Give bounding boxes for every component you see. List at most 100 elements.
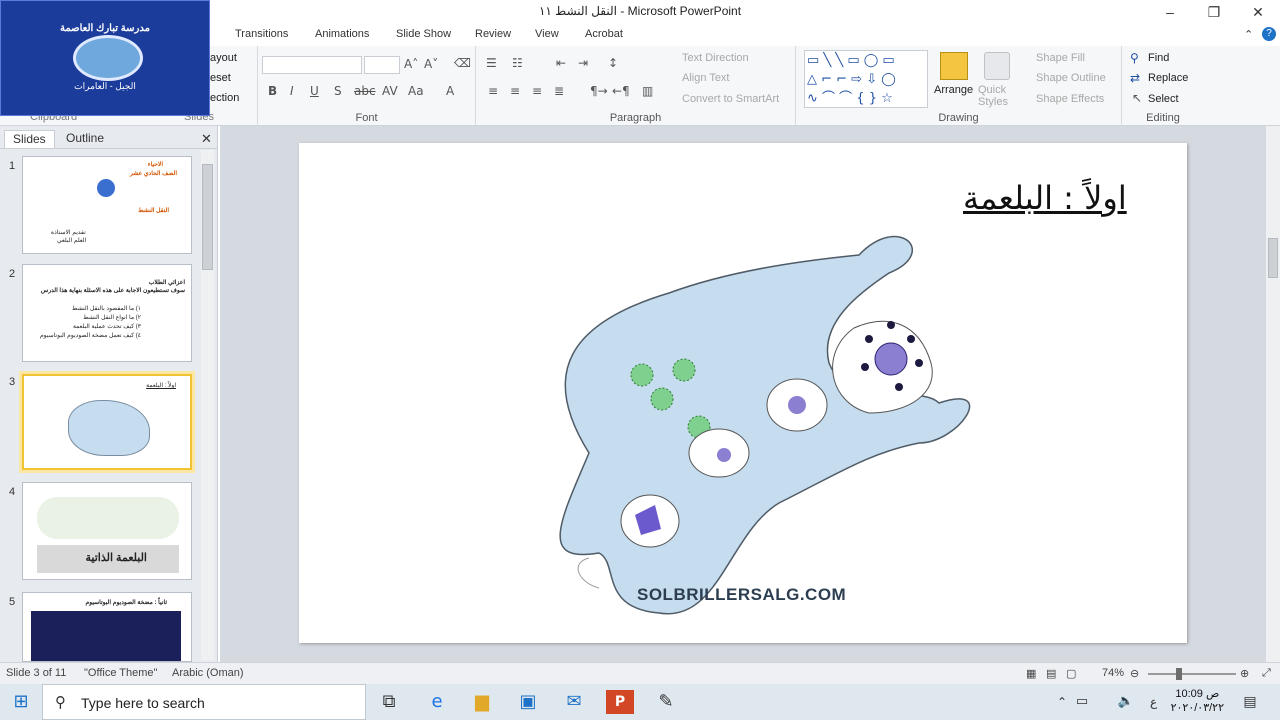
clock[interactable]: 10:09 ص ٢٠٢٠/٠٣/٢٢ xyxy=(1171,687,1224,715)
layout-button[interactable]: ayout xyxy=(210,52,237,64)
app-icon[interactable]: ✎ xyxy=(654,690,678,714)
grow-font-icon[interactable]: A˄ xyxy=(404,57,418,71)
line-spacing-icon[interactable]: ↕ xyxy=(608,56,618,70)
zoom-slider-thumb[interactable] xyxy=(1176,668,1182,680)
section-button[interactable]: ection xyxy=(210,92,239,104)
shape-fill-button[interactable]: Shape Fill xyxy=(1036,52,1085,64)
store-icon[interactable]: ▣ xyxy=(516,690,540,714)
volume-icon[interactable]: 🔈 xyxy=(1114,690,1138,714)
collapse-ribbon-icon[interactable]: ⌃ xyxy=(1244,28,1253,41)
shape-effects-button[interactable]: Shape Effects xyxy=(1036,93,1104,105)
quick-styles-icon[interactable] xyxy=(984,52,1010,80)
language-indicator[interactable]: Arabic (Oman) xyxy=(172,667,244,679)
justify-icon[interactable]: ≣ xyxy=(554,84,564,98)
slide-thumbnail-2[interactable]: اعزائي الطلاب سوف تستطيعون الاجابة على ه… xyxy=(22,264,192,362)
tab-view[interactable]: View xyxy=(535,28,559,40)
increase-indent-icon[interactable]: ⇥ xyxy=(578,56,588,70)
bacterium-spike xyxy=(865,335,873,343)
spacing-icon[interactable]: AV xyxy=(382,84,398,98)
network-icon[interactable]: ▭ xyxy=(1070,690,1094,714)
minimize-icon[interactable]: – xyxy=(1148,2,1192,22)
align-text-button[interactable]: Align Text xyxy=(682,72,730,84)
shapes-gallery[interactable]: ▭ ╲ ╲ ▭ ◯ ▭ △ ⌐ ⌐ ⇨ ⇩ ◯ ∿ ⌒ ⌒ { } ☆ xyxy=(804,50,928,108)
notification-icon[interactable]: ▤ xyxy=(1238,690,1262,714)
close-pane-icon[interactable]: ✕ xyxy=(201,131,212,147)
zoom-in-icon[interactable]: ⊕ xyxy=(1240,667,1249,680)
help-icon[interactable]: ? xyxy=(1262,27,1276,41)
bullets-icon[interactable]: ☰ xyxy=(486,56,497,70)
align-center-icon[interactable]: ≡ xyxy=(510,84,520,98)
pane-scroll-thumb[interactable] xyxy=(202,164,213,270)
clear-format-icon[interactable]: ⌫ xyxy=(454,56,471,70)
font-color-icon[interactable]: A xyxy=(446,84,454,98)
align-right-icon[interactable]: ≡ xyxy=(532,84,542,98)
bacterium-spike xyxy=(907,335,915,343)
thumb-num-3: 3 xyxy=(9,376,16,388)
restore-icon[interactable]: ❐ xyxy=(1192,2,1236,22)
input-language[interactable]: ع xyxy=(1150,695,1157,709)
normal-view-icon[interactable]: ▦ xyxy=(1026,667,1036,680)
windows-start-icon[interactable]: ⊞ xyxy=(9,690,33,714)
replace-button[interactable]: Replace xyxy=(1148,72,1188,84)
rtl-icon[interactable]: ←¶ xyxy=(612,84,630,98)
numbering-icon[interactable]: ☷ xyxy=(512,56,523,70)
thumb2-line: ٢) ما انواع النقل النشط xyxy=(83,315,141,321)
thumb-num-4: 4 xyxy=(9,486,16,498)
shrink-font-icon[interactable]: A˅ xyxy=(424,57,438,71)
decrease-indent-icon[interactable]: ⇤ xyxy=(556,56,566,70)
taskbar-search[interactable]: ⚲ Type here to search xyxy=(42,684,366,720)
powerpoint-icon[interactable]: P xyxy=(606,690,634,714)
thumb5-image xyxy=(31,611,181,661)
font-name-input[interactable] xyxy=(262,56,362,74)
convert-smartart-button[interactable]: Convert to SmartArt xyxy=(682,93,779,105)
pane-scrollbar[interactable] xyxy=(201,150,214,660)
quick-styles-button[interactable]: Quick Styles xyxy=(978,84,1018,108)
tab-slide-show[interactable]: Slide Show xyxy=(396,28,451,40)
underline-icon[interactable]: U xyxy=(310,84,319,98)
tab-acrobat[interactable]: Acrobat xyxy=(585,28,623,40)
fit-slide-icon[interactable]: ⤢ xyxy=(1262,667,1271,680)
text-direction-button[interactable]: Text Direction xyxy=(682,52,749,64)
slide-thumbnail-4[interactable]: البلعمة الذاتية xyxy=(22,482,192,580)
file-explorer-icon[interactable]: ▆ xyxy=(470,690,494,714)
italic-icon[interactable]: I xyxy=(290,84,294,98)
zoom-slider[interactable] xyxy=(1148,668,1236,680)
font-group-label: Font xyxy=(355,112,378,124)
shadow-icon[interactable]: S xyxy=(334,84,342,98)
search-icon: ⚲ xyxy=(55,693,66,711)
edge-icon[interactable]: e xyxy=(425,690,449,714)
arrange-icon[interactable] xyxy=(940,52,968,80)
tab-review[interactable]: Review xyxy=(475,28,511,40)
tab-slides[interactable]: Slides xyxy=(4,130,55,148)
sorter-view-icon[interactable]: ▤ xyxy=(1046,667,1056,680)
slide-thumbnail-3[interactable]: اولاً : البلعمة xyxy=(19,371,195,473)
columns-icon[interactable]: ▥ xyxy=(642,84,653,98)
slide-thumbnail-1[interactable]: الاحياء الصف الحادي عشر النقل النشط تقدي… xyxy=(22,156,192,254)
slide-scrollbar[interactable] xyxy=(1266,126,1280,662)
zoom-level[interactable]: 74% xyxy=(1102,667,1124,679)
arrange-button[interactable]: Arrange xyxy=(934,84,973,96)
change-case-icon[interactable]: Aa xyxy=(408,84,424,98)
tab-outline[interactable]: Outline xyxy=(58,130,112,148)
align-left-icon[interactable]: ≡ xyxy=(488,84,498,98)
bold-icon[interactable]: B xyxy=(268,84,277,98)
reset-button[interactable]: eset xyxy=(210,72,231,84)
overlay-logo: مدرسة تبارك العاصمة الجيل - العامرات xyxy=(0,0,210,116)
tab-animations[interactable]: Animations xyxy=(315,28,369,40)
strike-icon[interactable]: abc xyxy=(354,84,376,98)
thumb5-title: ثانياً : مضخة الصوديوم البوتاسيوم xyxy=(85,600,168,606)
current-slide[interactable]: اولاً : البلعمة SOLBRILLERSALG.COM xyxy=(299,143,1187,643)
mail-icon[interactable]: ✉ xyxy=(562,690,586,714)
ltr-icon[interactable]: ¶→ xyxy=(590,84,608,98)
slide-thumbnail-5[interactable]: ثانياً : مضخة الصوديوم البوتاسيوم xyxy=(22,592,192,662)
reading-view-icon[interactable]: ▢ xyxy=(1066,667,1076,680)
tab-transitions[interactable]: Transitions xyxy=(235,28,288,40)
font-size-input[interactable] xyxy=(364,56,400,74)
close-icon[interactable]: ✕ xyxy=(1236,2,1280,22)
zoom-out-icon[interactable]: ⊖ xyxy=(1130,667,1139,680)
shape-outline-button[interactable]: Shape Outline xyxy=(1036,72,1106,84)
slide-scroll-thumb[interactable] xyxy=(1268,238,1278,278)
find-button[interactable]: Find xyxy=(1148,52,1169,64)
task-view-icon[interactable]: ⧉ xyxy=(377,690,401,714)
select-button[interactable]: Select xyxy=(1148,93,1179,105)
